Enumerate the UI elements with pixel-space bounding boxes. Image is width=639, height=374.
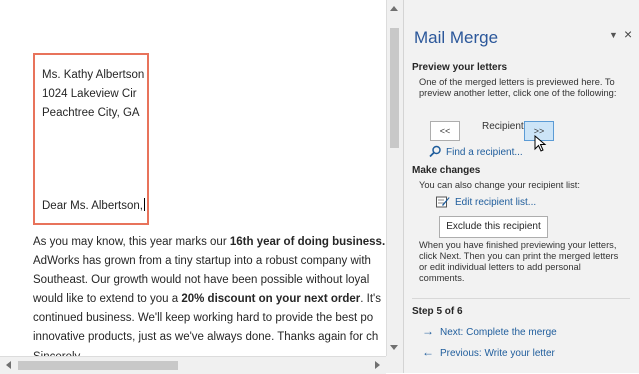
pane-title: Mail Merge bbox=[414, 28, 499, 47]
preview-description: One of the merged letters is previewed h… bbox=[419, 77, 617, 98]
body-line-3: Southeast. Our growth would not have bee… bbox=[33, 274, 370, 286]
arrow-left-icon: ← bbox=[422, 345, 434, 359]
find-recipient-icon bbox=[429, 145, 441, 158]
vertical-scroll-thumb[interactable] bbox=[390, 28, 399, 148]
scrollbar-corner bbox=[386, 356, 403, 373]
step-indicator: Step 5 of 6 bbox=[412, 306, 463, 317]
document-area[interactable]: Ms. Kathy Albertson 1024 Lakeview Cir Pe… bbox=[0, 0, 386, 373]
pane-options-chevron-icon[interactable]: ▼ bbox=[609, 30, 618, 40]
exclude-recipient-button[interactable]: Exclude this recipient bbox=[439, 216, 548, 238]
previous-step-link[interactable]: ← Previous: Write your letter bbox=[422, 345, 555, 359]
find-recipient-link[interactable]: Find a recipient... bbox=[446, 147, 523, 158]
horizontal-scroll-thumb[interactable] bbox=[18, 361, 178, 370]
changes-description: You can also change your recipient list: bbox=[419, 180, 580, 190]
finish-description: When you have finished previewing your l… bbox=[419, 240, 619, 283]
scroll-right-arrow-icon[interactable] bbox=[375, 361, 380, 369]
address-line-name: Ms. Kathy Albertson bbox=[42, 69, 145, 81]
body-line-1: As you may know, this year marks our 16t… bbox=[33, 236, 386, 248]
previous-recipient-button[interactable]: << bbox=[430, 121, 460, 141]
edit-list-icon bbox=[436, 196, 450, 208]
body-line-2: AdWorks has grown from a tiny startup in… bbox=[33, 255, 371, 267]
divider bbox=[412, 298, 630, 299]
body-line-6: innovative products, just as we've alway… bbox=[33, 331, 379, 343]
close-icon[interactable]: × bbox=[624, 26, 632, 42]
arrow-right-icon: → bbox=[422, 324, 434, 338]
make-changes-heading: Make changes bbox=[412, 165, 481, 176]
preview-heading: Preview your letters bbox=[412, 62, 508, 73]
edit-recipient-list-link[interactable]: Edit recipient list... bbox=[455, 197, 536, 208]
scroll-down-arrow-icon[interactable] bbox=[390, 345, 398, 350]
vertical-scrollbar[interactable] bbox=[386, 0, 403, 356]
text-cursor bbox=[143, 198, 145, 211]
salutation: Dear Ms. Albertson, bbox=[42, 198, 145, 212]
mouse-pointer-icon bbox=[534, 135, 547, 152]
next-step-link[interactable]: → Next: Complete the merge bbox=[422, 324, 557, 338]
address-line-street: 1024 Lakeview Cir bbox=[42, 88, 137, 100]
address-line-city: Peachtree City, GA bbox=[42, 107, 140, 119]
body-line-5: continued business. We'll keep working h… bbox=[33, 312, 374, 324]
scroll-left-arrow-icon[interactable] bbox=[6, 361, 11, 369]
scroll-up-arrow-icon[interactable] bbox=[390, 6, 398, 11]
body-line-4: would like to extend to you a 20% discou… bbox=[33, 293, 381, 305]
horizontal-scrollbar[interactable] bbox=[0, 356, 386, 374]
